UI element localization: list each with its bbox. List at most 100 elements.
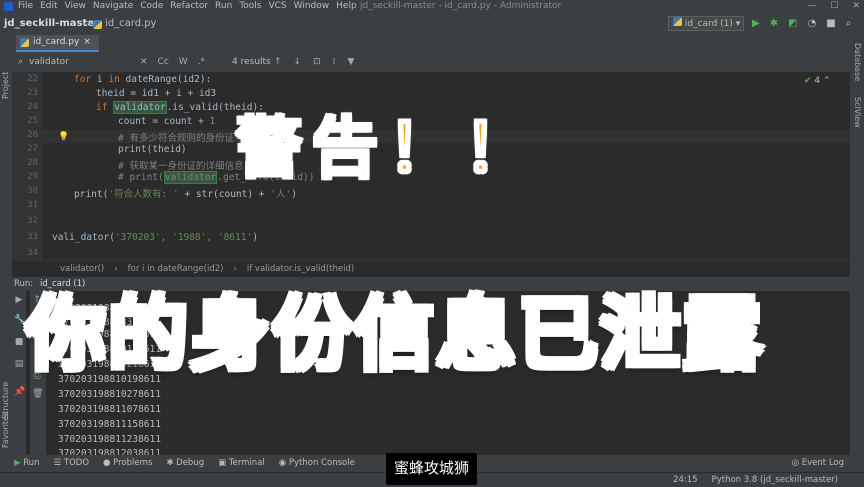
tool-tab-debug[interactable]: ✱ Debug [166, 455, 204, 472]
menu-tools[interactable]: Tools [239, 0, 261, 13]
sciview-tool-tab[interactable]: SciView [853, 97, 862, 128]
console-line: 370203198811238611 [58, 434, 161, 445]
layout-icon[interactable]: ▤ [14, 359, 24, 369]
check-icon: ✔ [804, 76, 812, 86]
add-caret-icon[interactable]: ⁞ [333, 52, 336, 72]
bug-icon: ✱ [166, 458, 177, 468]
search-icon: ⌕ [18, 57, 24, 67]
line-number: 24 [27, 102, 38, 112]
run-icon[interactable]: ▶ [752, 13, 760, 35]
filter-icon[interactable]: ▼ [348, 52, 355, 72]
menu-help[interactable]: Help [336, 0, 357, 13]
maximize-button[interactable]: ☐ [830, 0, 838, 13]
menu-run[interactable]: Run [215, 0, 232, 13]
find-bar: ⌕ validator ✕ Cc W .* 4 results ↑ ↓ ⊡ ⁞ … [12, 52, 850, 73]
window-controls: — ☐ ✕ [807, 0, 860, 13]
tool-tab-run[interactable]: ▶ Run [14, 455, 40, 472]
search-icon[interactable]: ⌕ [846, 13, 852, 35]
arrow-up-icon[interactable]: ↑ [274, 52, 282, 72]
line-number: 27 [27, 144, 38, 154]
left-tool-strip: Project Structure [0, 35, 12, 455]
interpreter-selector[interactable]: Python 3.8 (jd_seckill-master) [712, 473, 838, 487]
menu-view[interactable]: View [65, 0, 86, 13]
menu-file[interactable]: File [18, 0, 33, 13]
code-line: # 有多少符合规则的身份证号 [118, 133, 244, 144]
line-number: 34 [27, 248, 38, 258]
status-items: 24:15 Python 3.8 (jd_seckill-master) [673, 473, 838, 487]
list-icon: ☰ [53, 458, 64, 468]
stop-icon[interactable]: ■ [14, 337, 24, 347]
pin-icon[interactable]: 📌 [14, 387, 25, 397]
menu-navigate[interactable]: Navigate [93, 0, 133, 13]
line-number: 30 [27, 186, 38, 196]
find-query[interactable]: ⌕ validator [18, 52, 69, 72]
caret-position[interactable]: 24:15 [673, 473, 698, 487]
favorites-tool-label[interactable]: Favorites [1, 412, 10, 448]
menu-code[interactable]: Code [140, 0, 163, 13]
line-number: 22 [27, 74, 38, 84]
line-number: 25 [27, 116, 38, 126]
window-title: jd_seckill-master - id_card.py - Adminis… [360, 1, 562, 11]
event-log-button[interactable]: ◎ Event Log [792, 455, 844, 472]
menu-bar: File Edit View Navigate Code Refactor Ru… [0, 0, 864, 13]
tab-id-card[interactable]: id_card.py × [16, 35, 99, 52]
line-number: 31 [27, 200, 38, 210]
terminal-icon: ▣ [218, 458, 229, 468]
stop-icon[interactable]: ■ [826, 13, 835, 35]
tool-tab-todo[interactable]: ☰ TODO [54, 455, 89, 472]
line-number: 23 [27, 88, 38, 98]
coverage-icon[interactable]: ◩ [788, 13, 797, 35]
tool-tab-terminal[interactable]: ▣ Terminal [218, 455, 265, 472]
close-icon[interactable]: × [83, 34, 91, 51]
profile-icon[interactable]: ◔ [808, 13, 817, 35]
menu-window[interactable]: Window [294, 0, 330, 13]
find-input[interactable]: validator [29, 52, 69, 72]
intention-bulb-icon[interactable]: 💡 [58, 132, 69, 142]
event-log-icon: ◎ [791, 458, 802, 468]
rerun-icon[interactable]: ▶ [14, 295, 24, 305]
database-tool-tab[interactable]: Database [853, 43, 862, 81]
menu-vcs[interactable]: VCS [268, 0, 286, 13]
close-button[interactable]: ✕ [852, 0, 860, 13]
code-line: theid = id1 + i + id3 [96, 88, 217, 99]
navigation-bar: jd_seckill-master › id_card.py id_card (… [0, 13, 864, 36]
console-line: 370203198812038611 [58, 448, 161, 455]
wrench-icon[interactable]: 🔧 [14, 315, 25, 325]
trash-icon[interactable]: 🗑 [32, 389, 43, 399]
project-tool-tab[interactable]: Project [1, 72, 10, 99]
console-line: 370203198810278611 [58, 389, 161, 400]
python-file-icon [93, 19, 102, 29]
code-line: print(theid) [118, 144, 187, 155]
breadcrumb-file[interactable]: › id_card.py [86, 13, 156, 35]
tool-tab-python-console[interactable]: ◉ Python Console [279, 455, 355, 472]
select-all-icon[interactable]: ⊡ [313, 52, 321, 72]
chevron-up-icon: ⌃ [823, 76, 831, 86]
menu-list: File Edit View Navigate Code Refactor Ru… [18, 0, 357, 13]
code-line: count = count + 1 [118, 116, 216, 127]
words-icon[interactable]: W [179, 52, 188, 72]
debug-icon[interactable]: ✱ [770, 13, 778, 35]
inspection-widget[interactable]: ✔ 4 ⌃ [804, 76, 831, 86]
watermark-caption: 蜜蜂攻城狮 [386, 453, 478, 485]
python-file-icon [20, 38, 29, 47]
match-case-icon[interactable]: Cc [158, 52, 169, 72]
tool-tab-problems[interactable]: ● Problems [103, 455, 152, 472]
console-line: 370203198811158611 [58, 419, 161, 430]
run-config-select[interactable]: id_card (1) ▾ [668, 16, 744, 31]
menu-refactor[interactable]: Refactor [170, 0, 208, 13]
find-navigation: ↑ ↓ ⊡ ⁞ ▼ [274, 52, 354, 72]
minimize-button[interactable]: — [807, 0, 816, 13]
regex-icon[interactable]: .* [198, 52, 205, 72]
breadcrumb-project[interactable]: jd_seckill-master [4, 13, 99, 35]
menu-edit[interactable]: Edit [40, 0, 57, 13]
run-panel-toolbar: ▶ 🔧 ■ ▤ 📌 [12, 291, 26, 455]
code-line: vali_dator('370203', '1988', '8611') [52, 232, 258, 243]
chevron-down-icon: ▾ [735, 19, 741, 29]
arrow-down-icon[interactable]: ↓ [294, 52, 302, 72]
code-line: for i in dateRange(id2): [74, 74, 212, 85]
warning-overlay-text: 警告！！ [235, 109, 540, 189]
clear-icon[interactable]: ✕ [140, 52, 148, 72]
inspection-count: 4 [814, 76, 821, 86]
line-number: 32 [27, 216, 38, 226]
line-number: 29 [27, 172, 38, 182]
